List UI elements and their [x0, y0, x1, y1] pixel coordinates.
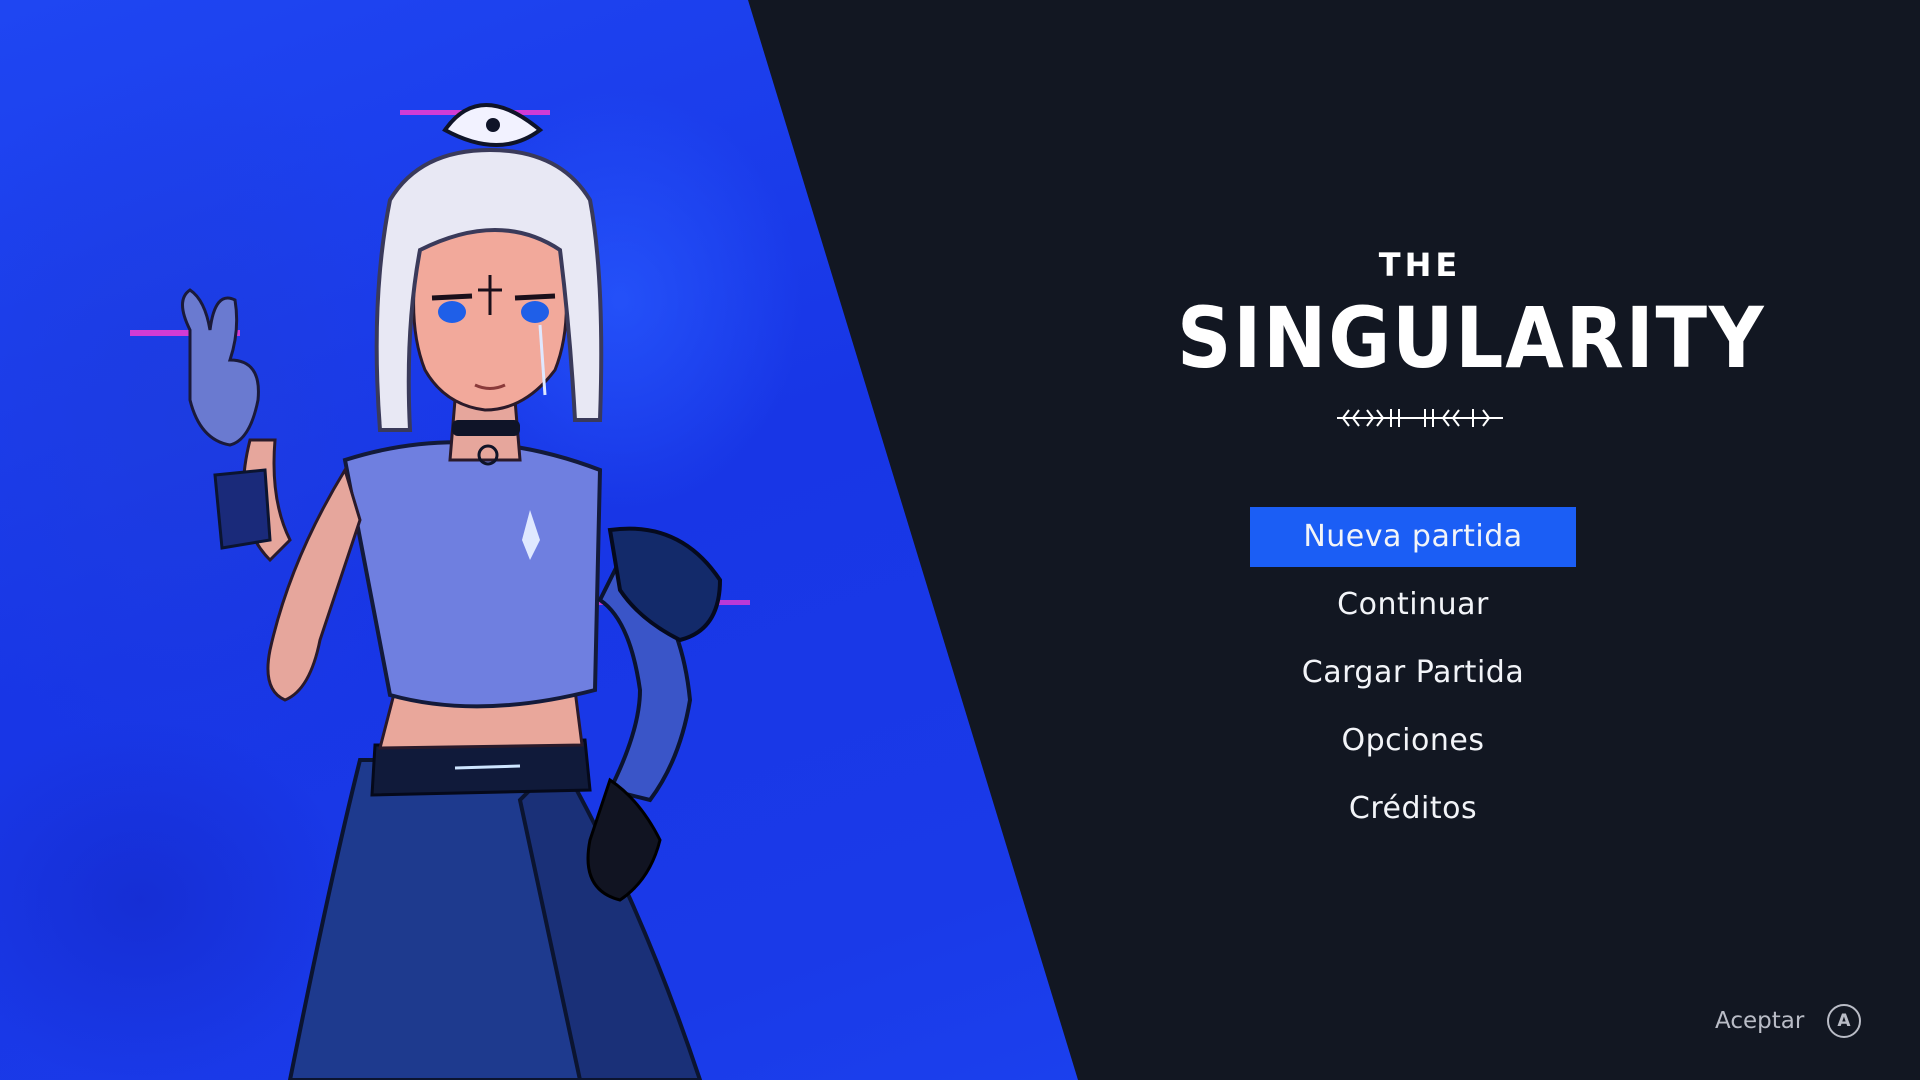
- main-menu: Nueva partida Continuar Cargar Partida Opci…: [1250, 507, 1576, 847]
- accept-hint: Aceptar A: [1700, 1002, 1870, 1042]
- menu-item-continue[interactable]: Continuar: [1250, 575, 1576, 635]
- menu-item-options[interactable]: Opciones: [1250, 711, 1576, 771]
- title-screen: THE SINGULARITY Nueva partida Continuar Ca…: [0, 0, 1920, 1080]
- accept-hint-label: Aceptar: [1715, 1008, 1805, 1034]
- logo-title: SINGULARITY: [1177, 289, 1766, 387]
- game-logo: THE SINGULARITY: [1150, 240, 1766, 440]
- a-button-icon: A: [1827, 1004, 1861, 1038]
- menu-item-new-game[interactable]: Nueva partida: [1250, 507, 1576, 567]
- menu-item-load-game[interactable]: Cargar Partida: [1250, 643, 1576, 703]
- character-illustration: [130, 103, 750, 1080]
- menu-item-credits[interactable]: Créditos: [1250, 779, 1576, 839]
- character-art-panel: [0, 0, 1078, 1080]
- logo-title-prefix: THE: [1378, 246, 1462, 284]
- rune-ornament: [1337, 409, 1503, 427]
